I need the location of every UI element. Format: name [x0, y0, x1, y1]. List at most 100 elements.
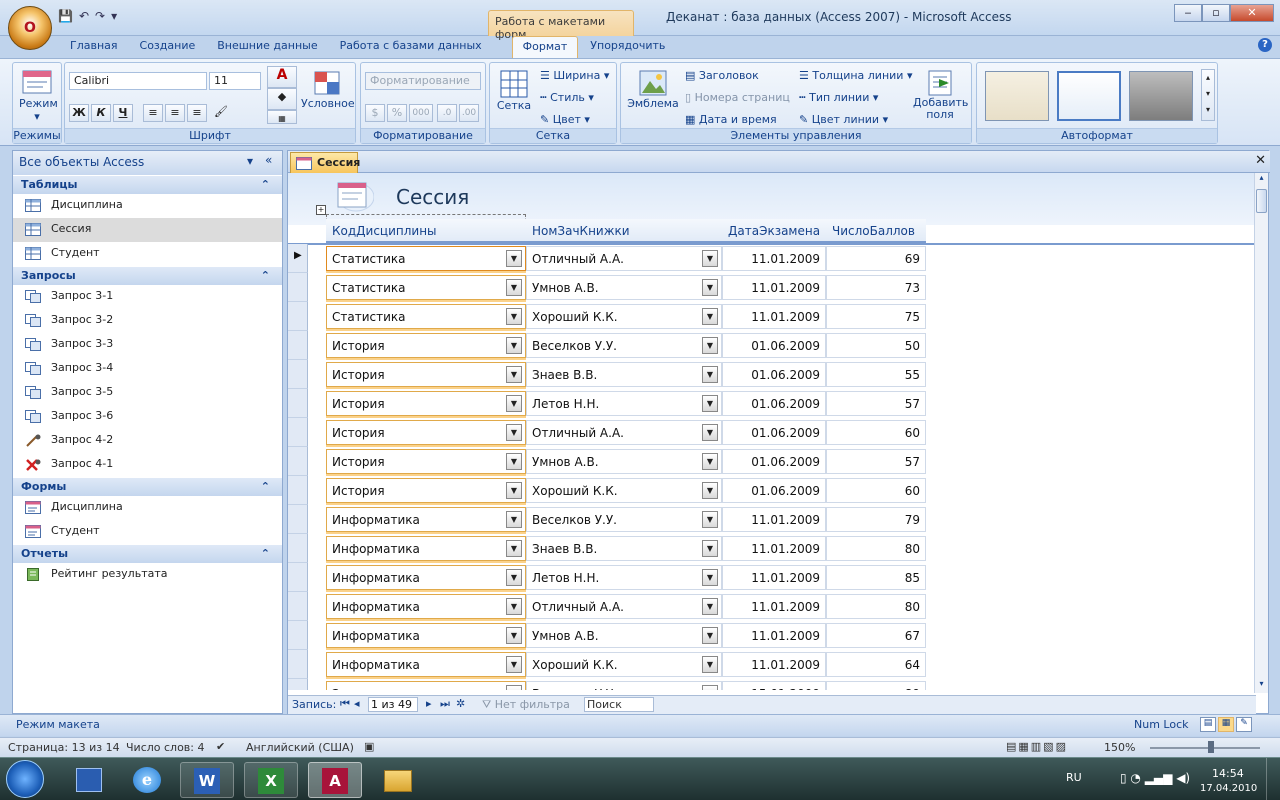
underline-button[interactable]: Ч	[113, 104, 133, 122]
show-desktop-button[interactable]	[1266, 758, 1280, 800]
dropdown-arrow-icon[interactable]: ▼	[506, 627, 522, 644]
record-selector[interactable]	[288, 331, 308, 360]
score-field[interactable]: 57	[826, 449, 926, 474]
record-selector[interactable]	[288, 302, 308, 331]
tray-icons[interactable]: ▯ ◔ ▂▄▆ ◀)	[1120, 771, 1190, 785]
line-color-controls-button[interactable]: ✎ Цвет линии ▾	[799, 113, 888, 126]
nav-item-query[interactable]: Запрос 3-5	[13, 381, 282, 405]
thousands-button[interactable]: 000	[409, 104, 433, 122]
record-book-field[interactable]: Летов Н.Н. ▼	[526, 565, 722, 590]
autoformat-option[interactable]	[985, 71, 1049, 121]
dropdown-arrow-icon[interactable]: ▼	[702, 337, 718, 354]
dropdown-arrow-icon[interactable]: ▼	[702, 453, 718, 470]
dropdown-arrow-icon[interactable]: ▼	[702, 424, 718, 441]
add-fields-button[interactable]: Добавить поля	[913, 69, 968, 121]
dropdown-arrow-icon[interactable]: ▼	[506, 569, 522, 586]
design-view-icon[interactable]: ✎	[1236, 717, 1252, 732]
date-time-button[interactable]: ▦ Дата и время	[685, 113, 777, 126]
dropdown-arrow-icon[interactable]: ▼	[506, 366, 522, 383]
redo-icon[interactable]: ↷	[95, 9, 105, 27]
italic-button[interactable]: К	[91, 104, 111, 122]
dropdown-arrow-icon[interactable]: ▼	[506, 453, 522, 470]
exam-date-field[interactable]: 01.06.2009	[722, 391, 826, 416]
score-field[interactable]: 57	[826, 391, 926, 416]
line-width-button[interactable]: ☰ Ширина ▾	[540, 69, 609, 82]
zoom-slider[interactable]	[1150, 747, 1260, 749]
vertical-scrollbar[interactable]: ▴ ▾	[1254, 173, 1268, 693]
table-row[interactable]: История ▼ Веселков У.У. ▼ 01.06.2009 50	[288, 331, 948, 360]
record-book-field[interactable]: Отличный А.А. ▼	[526, 246, 722, 271]
view-buttons[interactable]: ▤▦▥▧▨	[1006, 740, 1068, 753]
record-selector[interactable]	[288, 621, 308, 650]
exam-date-field[interactable]: 11.01.2009	[722, 565, 826, 590]
fill-color-button[interactable]: ◆	[267, 88, 297, 110]
percent-button[interactable]: %	[387, 104, 407, 122]
autoformat-more-button[interactable]: ▴ ▾ ▾	[1201, 69, 1215, 121]
table-row[interactable]: История ▼ Хороший К.К. ▼ 01.06.2009 60	[288, 476, 948, 505]
discipline-field[interactable]: Статистика ▼	[326, 304, 526, 329]
score-field[interactable]: 73	[826, 275, 926, 300]
currency-button[interactable]: $	[365, 104, 385, 122]
new-record-icon[interactable]: ✲	[456, 697, 465, 710]
restore-button[interactable]: ▫	[1202, 4, 1230, 22]
record-selector[interactable]	[288, 389, 308, 418]
record-book-field[interactable]: Умнов А.В. ▼	[526, 275, 722, 300]
font-color-button[interactable]: A	[267, 66, 297, 88]
discipline-field[interactable]: Информатика ▼	[326, 652, 526, 677]
table-row[interactable]: История ▼ Умнов А.В. ▼ 01.06.2009 57	[288, 447, 948, 476]
exam-date-field[interactable]: 01.06.2009	[722, 449, 826, 474]
score-field[interactable]: 85	[826, 565, 926, 590]
exam-date-field[interactable]: 11.01.2009	[722, 652, 826, 677]
line-type-button[interactable]: ┅ Тип линии ▾	[799, 91, 878, 104]
exam-date-field[interactable]: 11.01.2009	[722, 594, 826, 619]
score-field[interactable]: 60	[826, 420, 926, 445]
chevron-down-icon[interactable]: ▾	[247, 154, 253, 168]
scroll-down-icon[interactable]: ▾	[1256, 679, 1267, 693]
layout-view-icon[interactable]: ▦	[1218, 717, 1234, 732]
gridlines-border-button[interactable]: ▦	[267, 110, 297, 124]
gridlines-button[interactable]: Сетка	[496, 69, 532, 112]
tab-external-data[interactable]: Внешние данные	[207, 36, 327, 58]
exam-date-field[interactable]: 11.01.2009	[722, 275, 826, 300]
bold-button[interactable]: Ж	[69, 104, 89, 122]
close-window-button[interactable]: ✕	[1230, 4, 1274, 22]
discipline-field[interactable]: История ▼	[326, 391, 526, 416]
dropdown-arrow-icon[interactable]: ▼	[702, 569, 718, 586]
discipline-field[interactable]: Информатика ▼	[326, 623, 526, 648]
discipline-field[interactable]: История ▼	[326, 362, 526, 387]
dropdown-arrow-icon[interactable]: ▼	[702, 685, 718, 690]
nav-item-query[interactable]: Запрос 4-2	[13, 429, 282, 453]
title-button[interactable]: ▤ Заголовок	[685, 69, 759, 82]
nav-item-query[interactable]: Запрос 3-1	[13, 285, 282, 309]
nav-item-form-discipline[interactable]: Дисциплина	[13, 496, 282, 520]
exam-date-field[interactable]: 11.01.2009	[722, 507, 826, 532]
next-record-icon[interactable]: ▸	[426, 697, 432, 710]
dropdown-arrow-icon[interactable]: ▼	[506, 424, 522, 441]
nav-item-form-student[interactable]: Студент	[13, 520, 282, 544]
nav-item-table-discipline[interactable]: Дисциплина	[13, 194, 282, 218]
dropdown-arrow-icon[interactable]: ▼	[702, 279, 718, 296]
record-book-field[interactable]: Веселков У.У. ▼	[526, 333, 722, 358]
score-field[interactable]: 50	[826, 333, 926, 358]
help-icon[interactable]: ?	[1258, 38, 1272, 52]
record-position-input[interactable]: 1 из 49	[368, 697, 418, 712]
dropdown-arrow-icon[interactable]: ▼	[702, 482, 718, 499]
score-field[interactable]: 67	[826, 623, 926, 648]
dropdown-arrow-icon[interactable]: ▼	[506, 482, 522, 499]
dropdown-arrow-icon[interactable]: ▼	[702, 250, 718, 267]
record-book-field[interactable]: Летов Н.Н. ▼	[526, 391, 722, 416]
input-language[interactable]: RU	[1066, 771, 1082, 784]
nav-item-report[interactable]: Рейтинг результата	[13, 563, 282, 587]
record-book-field[interactable]: Хороший К.К. ▼	[526, 304, 722, 329]
logo-button[interactable]: Эмблема	[625, 69, 681, 110]
score-field[interactable]: 80	[826, 594, 926, 619]
score-field[interactable]: 60	[826, 478, 926, 503]
dropdown-arrow-icon[interactable]: ▼	[506, 656, 522, 673]
exam-date-field[interactable]: 01.06.2009	[722, 478, 826, 503]
table-row[interactable]: Информатика ▼ Отличный А.А. ▼ 11.01.2009 80	[288, 592, 948, 621]
dropdown-arrow-icon[interactable]: ▼	[506, 395, 522, 412]
record-selector[interactable]	[288, 534, 308, 563]
exam-date-field[interactable]: 11.01.2009	[722, 246, 826, 271]
collapse-section-icon[interactable]: ⌃	[261, 269, 270, 282]
language-status[interactable]: Английский (США)	[246, 741, 354, 754]
